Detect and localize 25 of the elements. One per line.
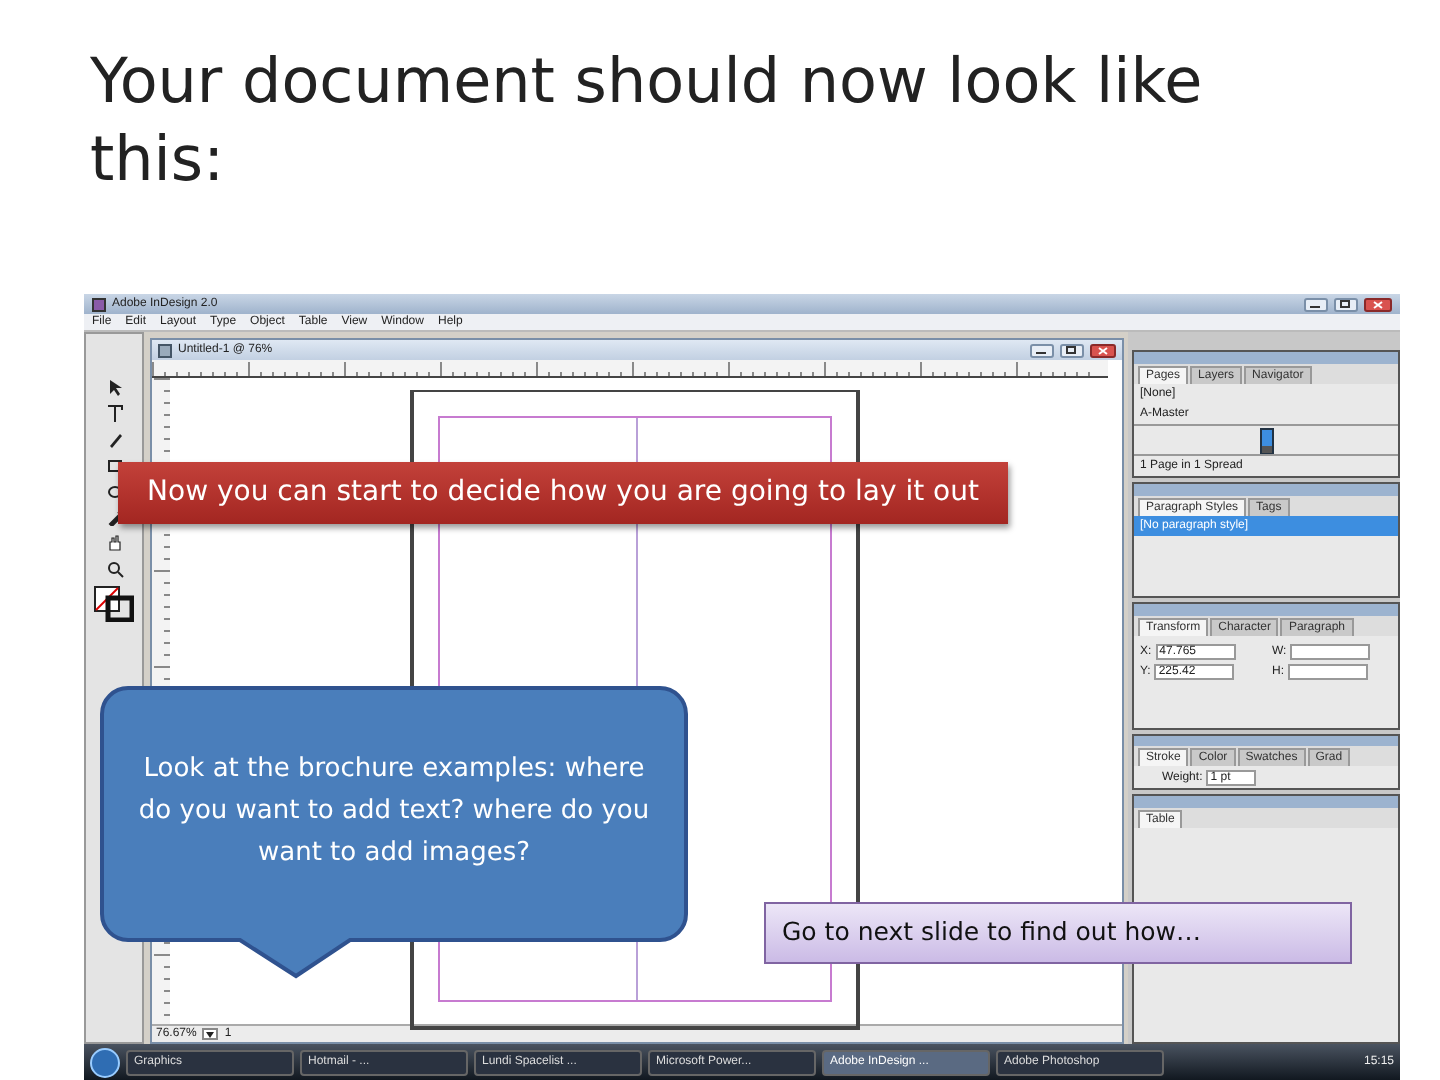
- magnifier-icon[interactable]: [105, 560, 123, 578]
- pen-icon[interactable]: [105, 430, 123, 448]
- start-button[interactable]: [90, 1047, 120, 1077]
- input-field[interactable]: [1290, 644, 1371, 660]
- maximize-icon[interactable]: [1334, 297, 1358, 311]
- ellipse-icon[interactable]: [105, 482, 123, 500]
- hand-icon[interactable]: [105, 534, 123, 552]
- text-tool-icon[interactable]: [105, 404, 123, 422]
- close-icon[interactable]: [1090, 343, 1116, 357]
- app-icon: [92, 297, 106, 311]
- callout-banner: Now you can start to decide how you are going to lay it out: [118, 462, 1008, 524]
- minimize-icon[interactable]: [1304, 297, 1328, 311]
- callout-text: Look at the brochure examples: where do you want to add text? where do you want to add images?: [136, 752, 652, 872]
- callout-note: Go to next slide to find out how…: [764, 902, 1352, 964]
- page-thumbnail[interactable]: [1259, 428, 1273, 454]
- close-icon[interactable]: [1364, 297, 1392, 311]
- input-field[interactable]: [1288, 664, 1368, 680]
- minimize-icon[interactable]: [1030, 343, 1054, 357]
- fill-stroke-swatch-icon[interactable]: [94, 586, 134, 622]
- rectangle-icon[interactable]: [105, 456, 123, 474]
- document-icon: [158, 343, 172, 357]
- selection-arrow-icon[interactable]: [105, 378, 123, 396]
- slide-title: Your document should now look like this:: [88, 44, 1205, 200]
- maximize-icon[interactable]: [1060, 343, 1084, 357]
- dropdown-icon[interactable]: [202, 1028, 219, 1040]
